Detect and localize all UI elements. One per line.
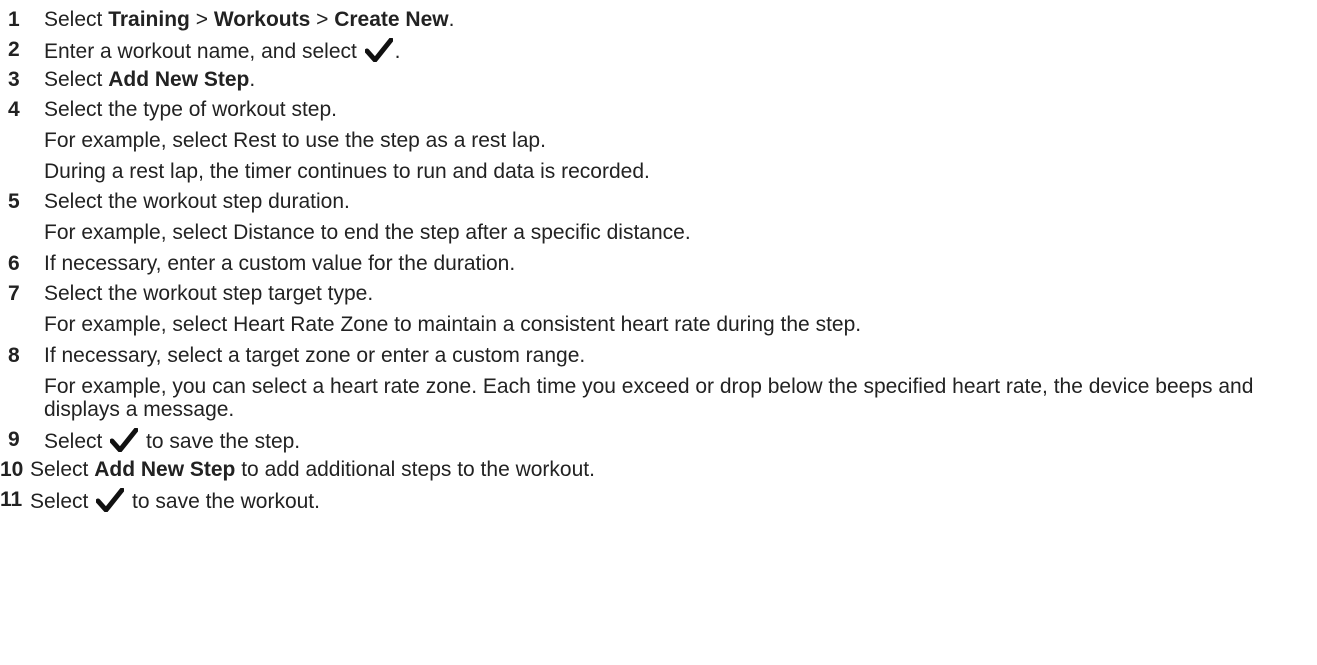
step-text: Select Add New Step to add additional st… <box>30 458 1311 481</box>
text: Select <box>44 430 109 453</box>
checkmark-icon <box>364 38 393 62</box>
menu-add-new-step: Add New Step <box>94 458 236 481</box>
step-text: Select Add New Step. <box>44 68 1311 91</box>
step-text: Enter a workout name, and select . <box>44 38 1311 63</box>
step-number: 1 <box>8 8 20 31</box>
text: to save the workout. <box>126 490 320 513</box>
step-number: 6 <box>8 252 20 275</box>
step-number: 4 <box>8 98 20 121</box>
checkmark-icon <box>96 488 125 512</box>
step-number: 7 <box>8 282 20 305</box>
step-text: Select to save the workout. <box>30 488 1311 513</box>
step-note: During a rest lap, the timer continues t… <box>44 160 650 183</box>
text: . <box>394 40 401 63</box>
step-text: Select the workout step duration. <box>44 190 350 213</box>
step-number: 11 <box>0 488 23 511</box>
menu-workouts: Workouts <box>213 8 311 31</box>
step-note: For example, select Heart Rate Zone to m… <box>44 313 862 336</box>
step-text: Select to save the step. <box>44 428 1311 453</box>
text: Select <box>44 68 109 91</box>
step-note: For example, select Distance to end the … <box>44 221 691 244</box>
checkmark-icon <box>110 428 139 452</box>
step-number: 3 <box>8 68 20 91</box>
text: Select <box>30 458 95 481</box>
text: . <box>448 8 455 31</box>
menu-add-new-step: Add New Step <box>108 68 250 91</box>
step-note: For example, you can select a heart rate… <box>44 375 1254 421</box>
step-text: If necessary, select a target zone or en… <box>44 344 586 367</box>
step-text: Select the type of workout step. <box>44 98 337 121</box>
step-number: 2 <box>8 38 20 61</box>
separator: > <box>310 8 335 31</box>
text: Select <box>30 490 95 513</box>
step-text: Select Training > Workouts > Create New. <box>44 8 1311 31</box>
step-number: 5 <box>8 190 20 213</box>
step-text: Select the workout step target type. <box>44 282 374 305</box>
menu-create-new: Create New <box>334 8 449 31</box>
text: to save the step. <box>140 430 301 453</box>
step-text: If necessary, enter a custom value for t… <box>44 252 516 275</box>
text: Select <box>44 8 109 31</box>
text: to add additional steps to the workout. <box>235 458 595 481</box>
text: . <box>249 68 256 91</box>
step-number: 10 <box>0 458 24 481</box>
text: Enter a workout name, and select <box>44 40 363 63</box>
step-number: 9 <box>8 428 20 451</box>
menu-training: Training <box>108 8 190 31</box>
step-number: 8 <box>8 344 20 367</box>
step-note: For example, select Rest to use the step… <box>44 129 546 152</box>
separator: > <box>189 8 214 31</box>
